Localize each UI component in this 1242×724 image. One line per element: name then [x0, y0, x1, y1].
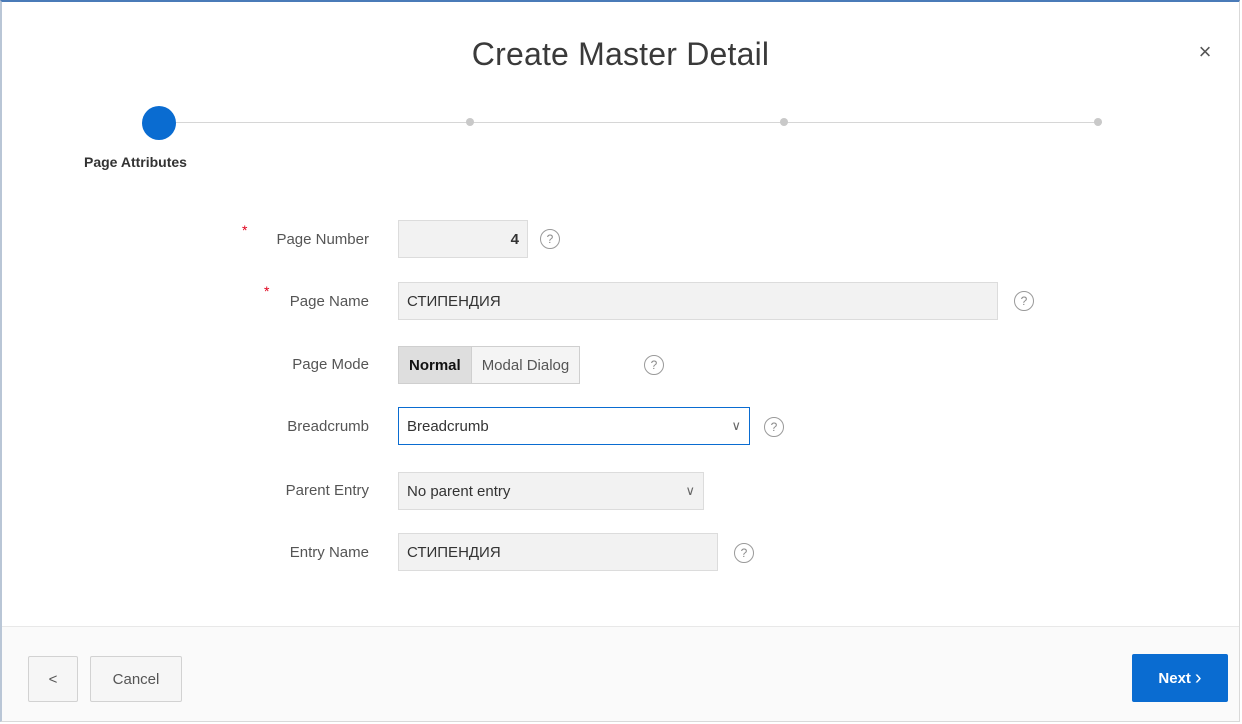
wizard-step-1-active	[142, 106, 176, 140]
back-button[interactable]: <	[28, 656, 78, 702]
dialog-footer	[2, 627, 1239, 721]
wizard-step-2	[466, 118, 474, 126]
next-button-label: Next	[1158, 669, 1191, 687]
chevron-down-icon: ∨	[731, 418, 741, 433]
breadcrumb-value: Breadcrumb	[407, 417, 489, 435]
page-name-input[interactable]: СТИПЕНДИЯ	[398, 282, 998, 320]
page-number-value: 4	[510, 230, 519, 248]
page-name-value: СТИПЕНДИЯ	[407, 292, 501, 310]
entry-name-value: СТИПЕНДИЯ	[407, 543, 501, 561]
page-mode-help-icon[interactable]: ?	[644, 355, 664, 375]
page-name-label: Page Name	[289, 293, 369, 310]
chevron-down-icon: ∨	[685, 483, 695, 498]
wizard-step-4	[1094, 118, 1102, 126]
dialog-title: Create Master Detail	[471, 36, 770, 72]
cancel-button[interactable]: Cancel	[90, 656, 182, 702]
entry-name-help-icon[interactable]: ?	[734, 543, 754, 563]
chevron-left-icon: <	[48, 670, 58, 688]
wizard-step-3	[780, 118, 788, 126]
breadcrumb-label: Breadcrumb	[287, 418, 369, 435]
page-number-label: Page Number	[276, 231, 369, 248]
entry-name-input[interactable]: СТИПЕНДИЯ	[398, 533, 718, 571]
page-number-help-icon[interactable]: ?	[540, 229, 560, 249]
required-marker: *	[242, 222, 248, 238]
wizard-step-label: Page Attributes	[84, 154, 187, 170]
page-mode-normal-option[interactable]: Normal	[399, 347, 472, 383]
parent-entry-value: No parent entry	[407, 482, 511, 500]
page-mode-label: Page Mode	[292, 356, 369, 373]
wizard-track	[162, 122, 1102, 123]
create-master-detail-dialog: Create Master Detail × Page Attributes *…	[0, 0, 1240, 722]
parent-entry-label: Parent Entry	[285, 482, 369, 499]
entry-name-label: Entry Name	[289, 544, 369, 561]
parent-entry-select[interactable]: No parent entry ∨	[398, 472, 704, 510]
required-marker: *	[264, 283, 270, 299]
close-icon[interactable]: ×	[1193, 40, 1217, 64]
breadcrumb-select[interactable]: Breadcrumb ∨	[398, 407, 750, 445]
page-mode-modal-option[interactable]: Modal Dialog	[472, 347, 580, 383]
next-button[interactable]: Next ›	[1132, 654, 1228, 702]
page-mode-toggle: Normal Modal Dialog	[398, 346, 581, 384]
breadcrumb-help-icon[interactable]: ?	[764, 417, 784, 437]
chevron-right-icon: ›	[1194, 666, 1202, 689]
page-number-input[interactable]: 4	[398, 220, 528, 258]
page-name-help-icon[interactable]: ?	[1014, 291, 1034, 311]
